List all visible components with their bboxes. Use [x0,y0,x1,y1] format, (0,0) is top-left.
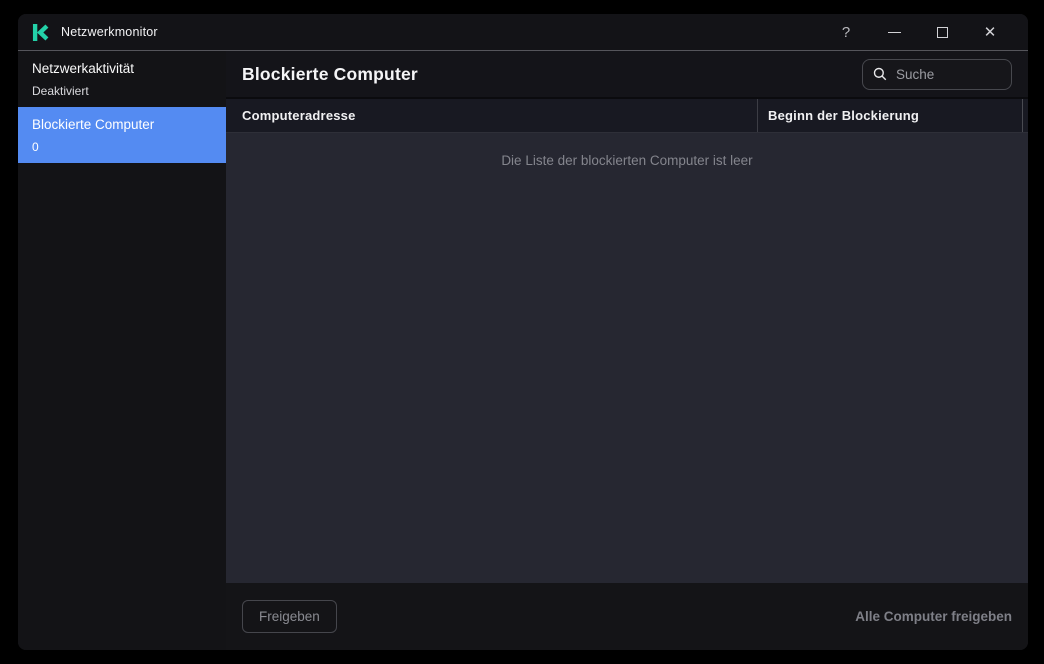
help-button[interactable]: ? [822,14,870,50]
minimize-button[interactable] [870,14,918,50]
sidebar-item-label: Netzwerkaktivität [32,61,212,76]
search-box[interactable] [862,59,1012,90]
sidebar-item-blockierte-computer[interactable]: Blockierte Computer 0 [18,107,226,163]
search-icon [873,67,887,81]
page-title: Blockierte Computer [242,64,418,85]
table-header: Computeradresse Beginn der Blockierung [226,97,1028,133]
column-header-beginn-der-blockierung[interactable]: Beginn der Blockierung [757,99,1022,132]
help-icon: ? [842,24,850,41]
kaspersky-logo-icon [32,24,49,41]
close-icon: ✕ [984,23,997,41]
column-label: Computeradresse [242,108,356,123]
maximize-icon [937,27,948,38]
window-title: Netzwerkmonitor [61,25,158,39]
sidebar-item-netzwerkaktivitaet[interactable]: Netzwerkaktivität Deaktiviert [18,51,226,107]
titlebar: Netzwerkmonitor ? ✕ [18,14,1028,50]
app-window: Netzwerkmonitor ? ✕ Netzwerkaktivität De… [18,14,1028,650]
empty-list-message: Die Liste der blockierten Computer ist l… [501,153,752,168]
release-all-button[interactable]: Alle Computer freigeben [855,609,1012,624]
sidebar: Netzwerkaktivität Deaktiviert Blockierte… [18,51,226,650]
maximize-button[interactable] [918,14,966,50]
minimize-icon [888,32,901,33]
main-panel: Blockierte Computer Computeradresse Begi… [226,51,1028,650]
search-input[interactable] [896,67,1001,82]
sidebar-item-label: Blockierte Computer [32,117,212,132]
blocked-computers-list: Die Liste der blockierten Computer ist l… [226,133,1028,583]
main-header: Blockierte Computer [226,51,1028,97]
scrollbar-gutter [1022,99,1028,132]
column-header-computeradresse[interactable]: Computeradresse [226,99,757,132]
footer-bar: Freigeben Alle Computer freigeben [226,583,1028,650]
sidebar-item-status: 0 [32,140,212,154]
sidebar-item-status: Deaktiviert [32,84,212,98]
release-button[interactable]: Freigeben [242,600,337,633]
close-button[interactable]: ✕ [966,14,1014,50]
column-label: Beginn der Blockierung [768,108,919,123]
window-content: Netzwerkaktivität Deaktiviert Blockierte… [18,51,1028,650]
